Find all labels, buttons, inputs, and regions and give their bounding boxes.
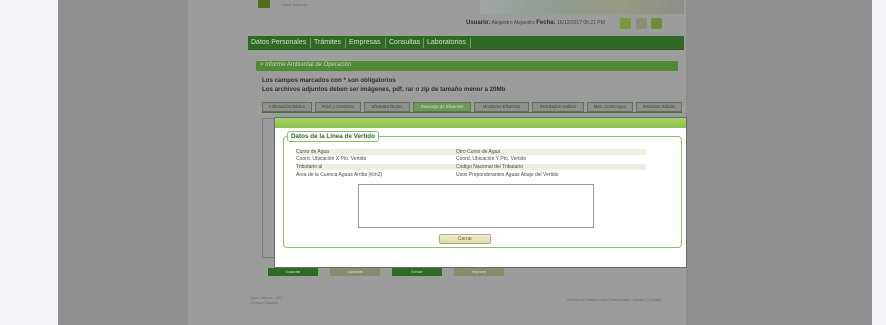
- field-otro-curso-agua: Otro Curso de Agua: [456, 149, 501, 155]
- field-usos-preponderantes: Usos Preponderantes Aguas Abajo del Vert…: [456, 172, 559, 178]
- nav-laboratorios[interactable]: Laboratorios: [427, 39, 466, 46]
- tab-residuos-solidos[interactable]: Residuos Sólidos: [636, 102, 682, 112]
- tab-informacion-basica[interactable]: Información Básica: [262, 102, 312, 112]
- attachments-note: Los archivos adjuntos deben ser imágenes…: [262, 86, 506, 93]
- date-label: Fecha:: [536, 20, 556, 26]
- field-curso-agua: Curso de Agua: [296, 149, 330, 155]
- nav-consultas[interactable]: Consultas: [389, 39, 420, 46]
- main-nav: Datos Personales Trámites Empresas Consu…: [248, 36, 684, 50]
- list-item: Tributario al Código Nacional del Tribut…: [296, 164, 646, 170]
- modal-header: [275, 118, 686, 128]
- tab-resultados-analisis[interactable]: Resultados Análisis: [532, 102, 584, 112]
- mail-icon[interactable]: [651, 18, 662, 29]
- nav-separator: [345, 38, 346, 48]
- logo-text: Aqua Sistema: [282, 2, 307, 7]
- left-margin: [0, 0, 58, 325]
- tab-mon-curso-agua[interactable]: Mon. Curso Agua: [587, 102, 633, 112]
- field-coord-y: Coord. Ubicación Y Pto. Vertido: [456, 156, 527, 162]
- send-button[interactable]: Enviar: [392, 268, 442, 276]
- nav-empresas[interactable]: Empresas: [349, 39, 381, 46]
- tab-underline: [262, 112, 682, 113]
- logo: [258, 0, 270, 8]
- observations-textarea[interactable]: [358, 184, 594, 228]
- tab-descarga-efluentes[interactable]: Descarga de Efluentes: [413, 102, 471, 112]
- required-note: Los campos marcados con * son obligatori…: [262, 77, 396, 84]
- home-icon[interactable]: [620, 18, 631, 29]
- user-value: Alejandro Alejandro: [491, 20, 535, 26]
- field-tributario: Tributario al: [296, 164, 323, 170]
- list-item: Coord. Ubicación X Pto. Vertido Coord. U…: [296, 156, 646, 162]
- list-item: Curso de Agua Otro Curso de Agua: [296, 149, 646, 155]
- footer-left: Aqua Sistema - 2017 (c) Aqua Sistema: [250, 296, 284, 306]
- tab-monitoreo-efluentes[interactable]: Monitoreo Efluentes: [474, 102, 529, 112]
- vertido-fieldset: Datos de la Línea de Vertido Curso de Ag…: [283, 131, 682, 248]
- list-item: Área de la Cuenca Aguas Arriba (Km2) Uso…: [296, 172, 646, 178]
- right-margin: [872, 0, 886, 325]
- vertido-modal: Datos de la Línea de Vertido Curso de Ag…: [274, 117, 687, 268]
- print-button[interactable]: Imprimir: [454, 268, 504, 276]
- footer-company: (c) Aqua Sistema: [250, 301, 278, 305]
- footer-right: Sistema de Gestión para Profesionales - …: [567, 298, 662, 302]
- user-info: Usuario: Alejandro Alejandro Fecha: 16/1…: [466, 20, 605, 26]
- nav-datos-personales[interactable]: Datos Personales: [251, 39, 306, 46]
- field-area-cuenca: Área de la Cuenca Aguas Arriba (Km2): [296, 172, 383, 178]
- logout-icon[interactable]: [668, 18, 679, 29]
- save-button[interactable]: Guardar: [268, 268, 318, 276]
- fieldset-legend: Datos de la Línea de Vertido: [287, 131, 379, 142]
- document-icon[interactable]: [636, 18, 647, 29]
- field-codigo-tributario: Código Nacional del Tributario: [456, 164, 523, 170]
- nav-separator: [385, 38, 386, 48]
- user-label: Usuario:: [466, 20, 491, 26]
- nav-separator: [423, 38, 424, 48]
- field-coord-x: Coord. Ubicación X Pto. Vertido: [296, 156, 367, 162]
- nav-separator: [470, 38, 471, 48]
- panel-title: > Informe Ambiental de Operación: [260, 62, 352, 68]
- tab-efluentes-brutos[interactable]: Efluentes Brutos: [364, 102, 410, 112]
- close-button[interactable]: Cerrar: [439, 234, 491, 244]
- date-value: 16/12/2017 05:21 PM: [556, 20, 605, 26]
- header-banner: [480, 0, 684, 14]
- nav-tramites[interactable]: Trámites: [314, 39, 341, 46]
- cancel-button[interactable]: Cancelar: [330, 268, 380, 276]
- tab-prod-consumo[interactable]: Prod. y Consumo: [315, 102, 361, 112]
- nav-separator: [310, 38, 311, 48]
